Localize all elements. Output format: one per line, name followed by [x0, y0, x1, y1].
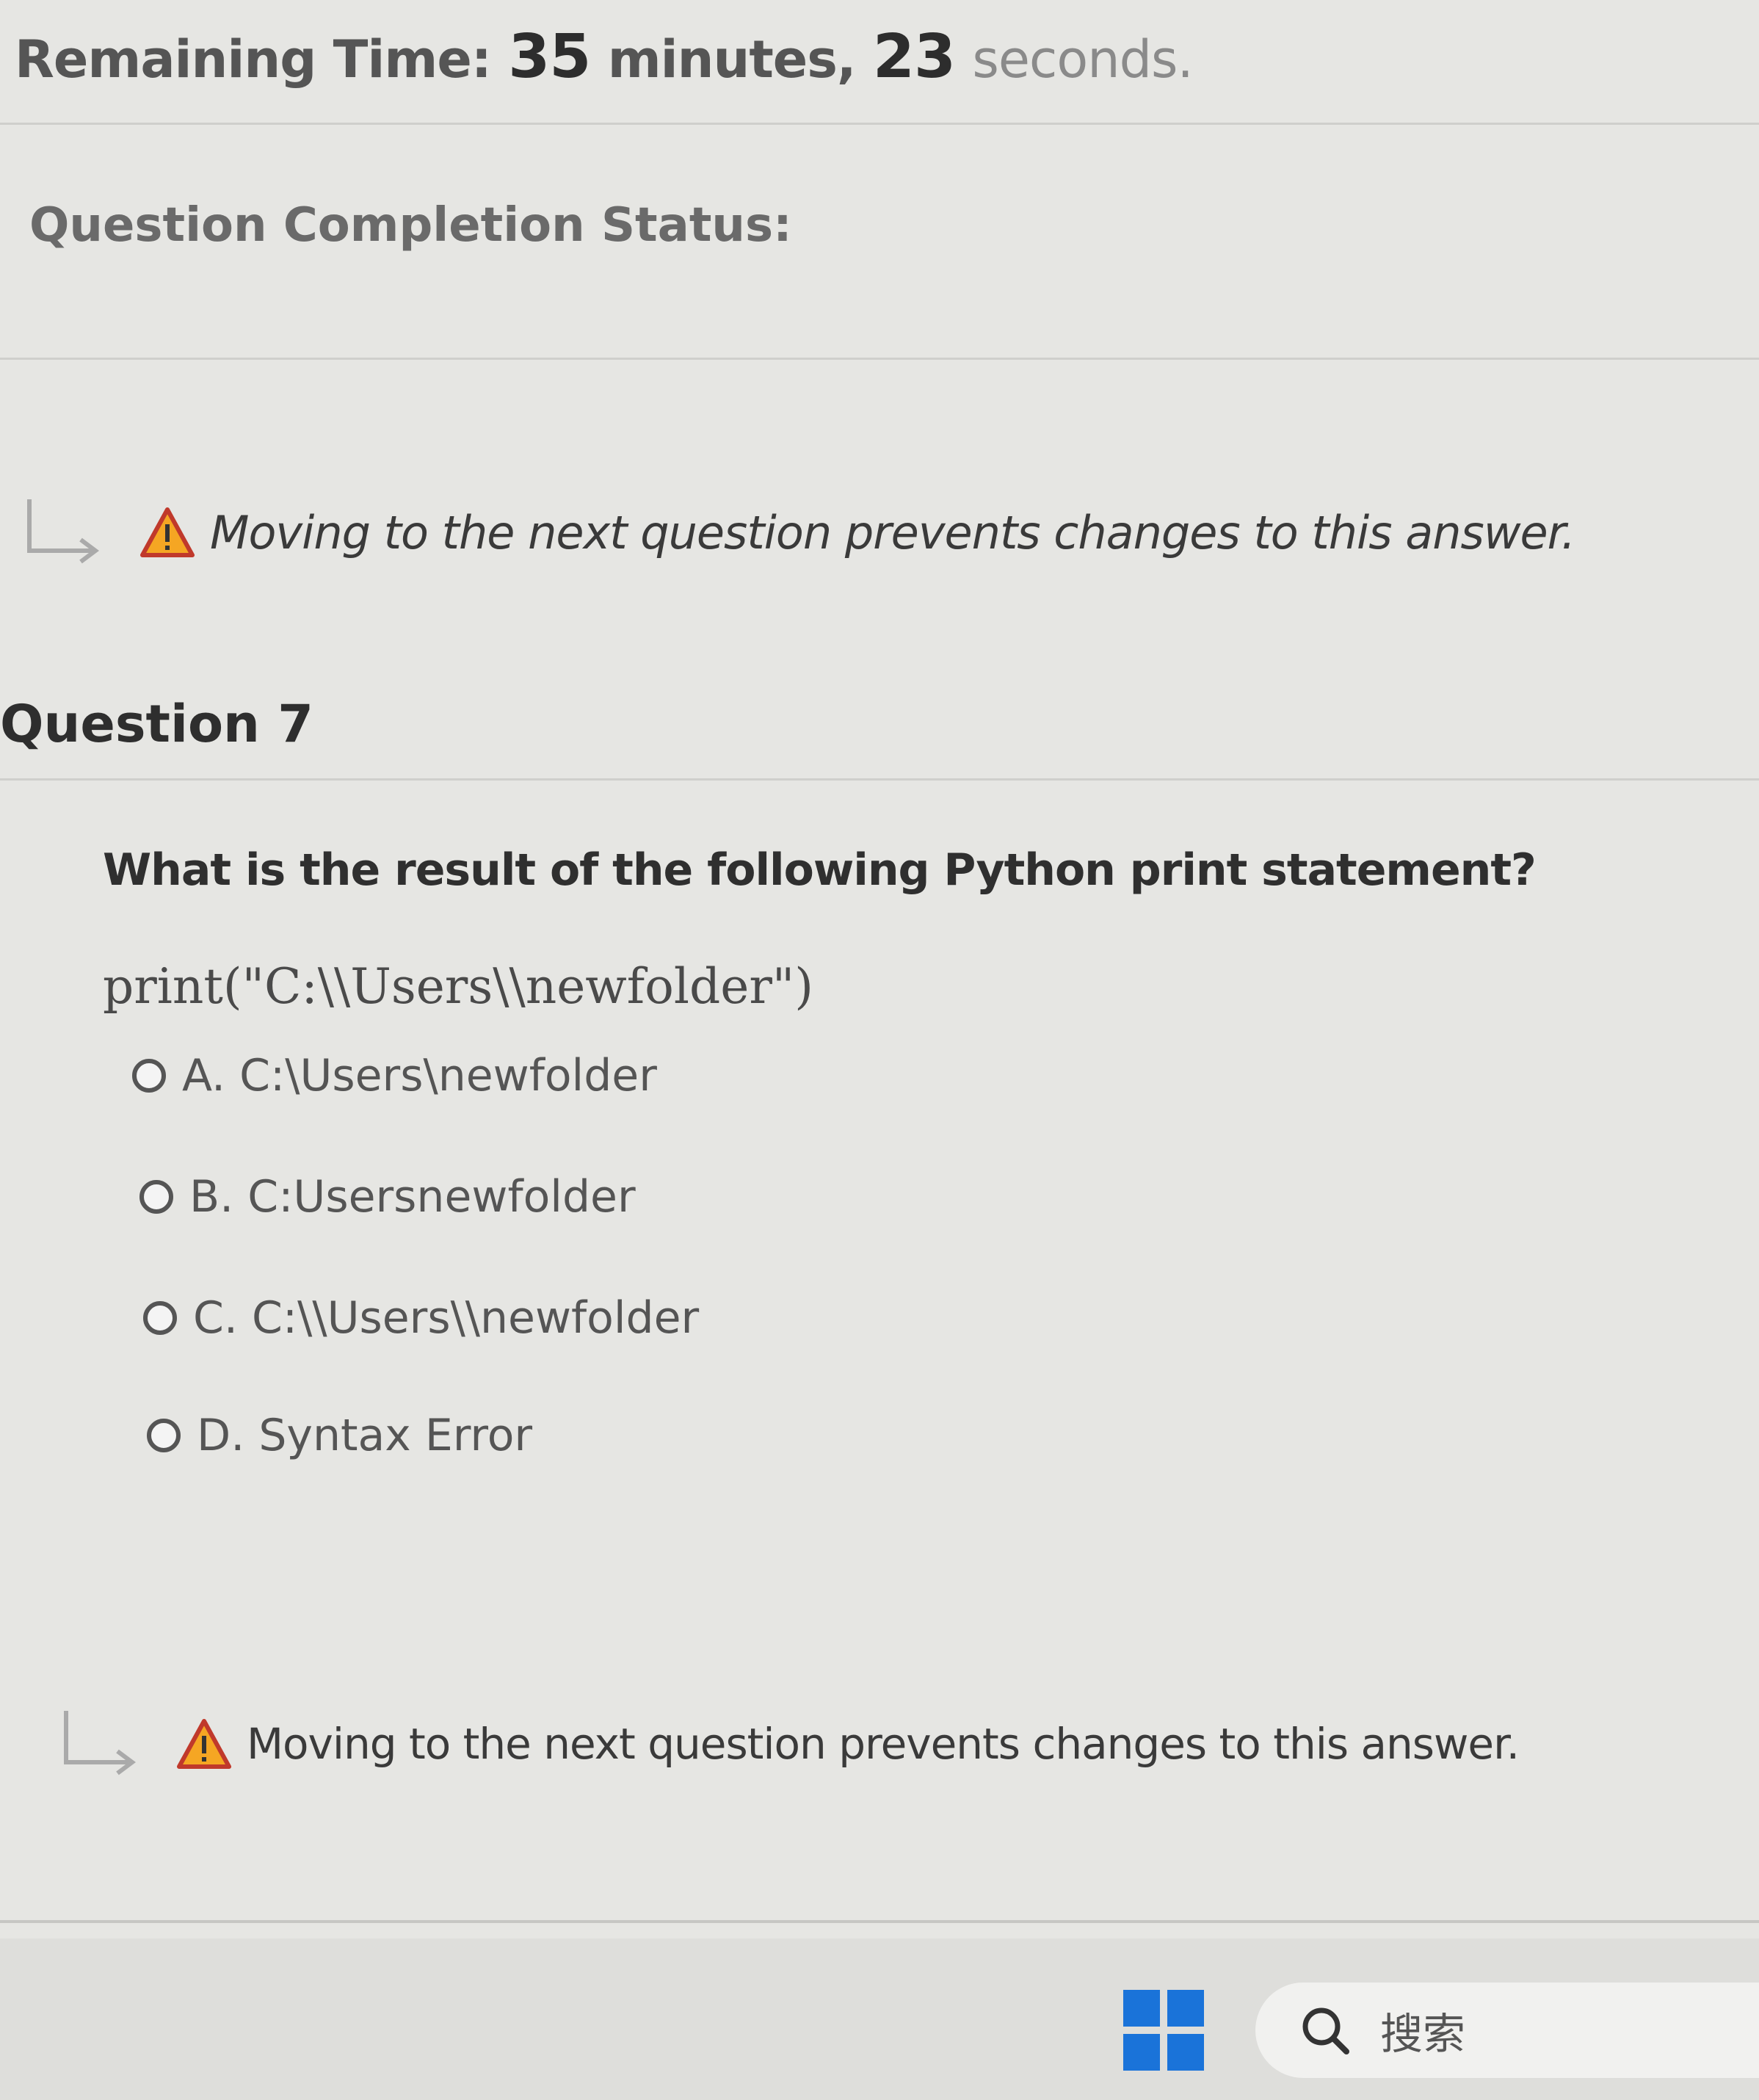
page-bottom-divider — [0, 1920, 1759, 1923]
question-code: print("C:\\Users\\newfolder") — [103, 958, 813, 1015]
search-icon — [1302, 2007, 1349, 2054]
answer-option-a[interactable]: A. C:\Users\newfolder — [132, 1050, 657, 1101]
taskbar-search-box[interactable]: 搜索 — [1255, 1983, 1759, 2078]
seconds-unit: seconds. — [972, 29, 1193, 90]
warning-triangle-icon — [140, 507, 195, 557]
question-divider — [0, 778, 1759, 781]
radio-button-icon[interactable] — [147, 1419, 181, 1452]
radio-button-icon[interactable] — [139, 1180, 173, 1214]
answer-option-d[interactable]: D. Syntax Error — [147, 1410, 532, 1461]
warning-message-bottom: Moving to the next question prevents cha… — [59, 1703, 1520, 1784]
question-title: Question 7 — [0, 694, 313, 754]
answer-option-label: C. C:\\Users\\newfolder — [193, 1292, 700, 1344]
timer-bar: Remaining Time: 35 minutes, 23 seconds. — [0, 0, 1759, 125]
warning-text: Moving to the next question prevents cha… — [247, 1719, 1520, 1769]
completion-status-section: Question Completion Status: — [0, 125, 1759, 360]
remaining-minutes: 35 — [508, 22, 591, 92]
radio-button-icon[interactable] — [132, 1059, 166, 1093]
corner-arrow-icon — [27, 499, 99, 564]
remaining-seconds: 23 — [872, 22, 956, 92]
warning-triangle-icon — [177, 1719, 231, 1769]
answer-option-b[interactable]: B. C:Usersnewfolder — [139, 1171, 636, 1223]
minutes-unit: minutes, — [607, 29, 857, 90]
answer-option-c[interactable]: C. C:\\Users\\newfolder — [143, 1292, 699, 1344]
answer-option-label: A. C:\Users\newfolder — [182, 1050, 657, 1101]
corner-arrow-icon — [64, 1711, 136, 1775]
windows-start-icon[interactable] — [1123, 1990, 1204, 2071]
warning-text: Moving to the next question prevents cha… — [210, 505, 1575, 560]
start-tile — [1123, 2034, 1160, 2071]
completion-status-label: Question Completion Status: — [29, 198, 792, 253]
question-prompt: What is the result of the following Pyth… — [103, 844, 1537, 896]
start-tile — [1123, 1990, 1160, 2027]
remaining-time-label: Remaining Time: — [15, 29, 492, 90]
start-tile — [1167, 1990, 1204, 2027]
answer-option-label: B. C:Usersnewfolder — [189, 1171, 636, 1223]
start-tile — [1167, 2034, 1204, 2071]
search-label: 搜索 — [1380, 2009, 1466, 2059]
remaining-time: Remaining Time: 35 minutes, 23 seconds. — [15, 22, 1194, 92]
answer-option-label: D. Syntax Error — [197, 1410, 533, 1461]
radio-button-icon[interactable] — [143, 1301, 177, 1335]
exam-page: Remaining Time: 35 minutes, 23 seconds. … — [0, 0, 1759, 2100]
warning-message-top: Moving to the next question prevents cha… — [22, 492, 1575, 573]
